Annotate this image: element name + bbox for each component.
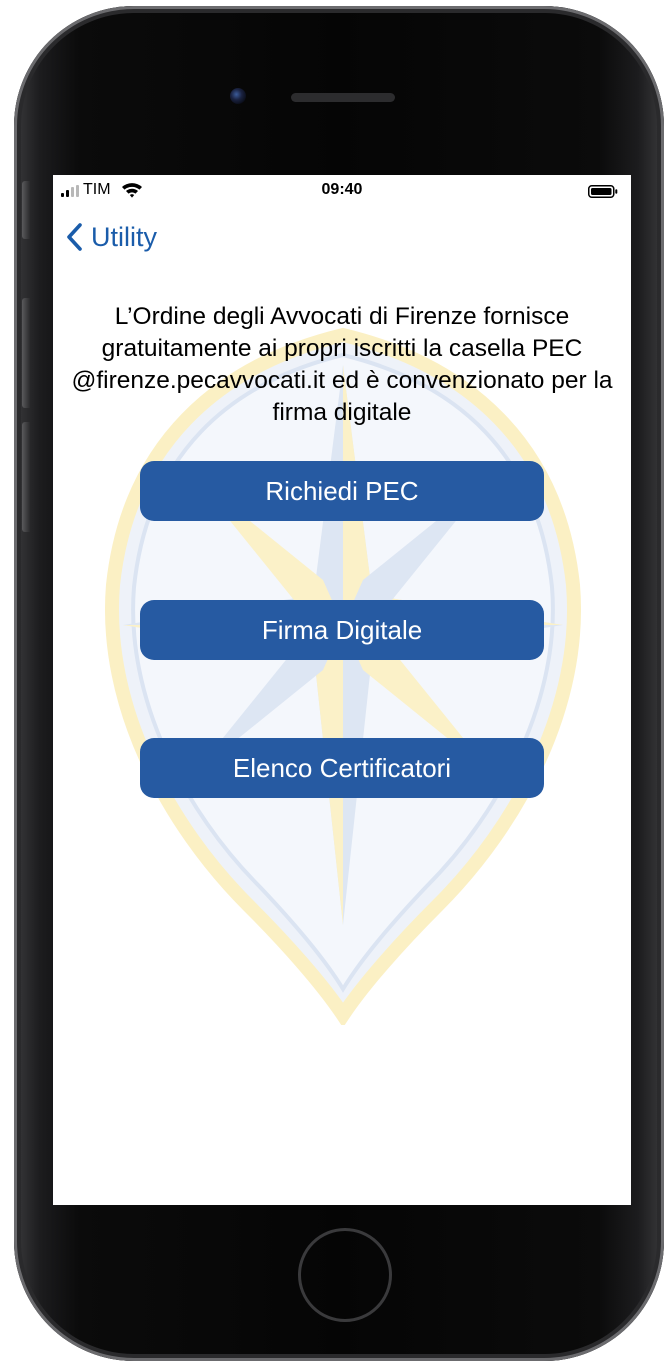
home-button[interactable] <box>298 1228 392 1322</box>
back-button[interactable]: Utility <box>65 219 157 255</box>
back-button-label: Utility <box>91 221 157 252</box>
volume-down-button <box>22 422 30 532</box>
mute-switch <box>22 181 30 239</box>
request-pec-button[interactable]: Richiedi PEC <box>140 461 544 521</box>
description-text: L’Ordine degli Avvocati di Firenze forni… <box>71 303 613 426</box>
earpiece-speaker <box>291 93 395 102</box>
digital-signature-button[interactable]: Firma Digitale <box>140 600 544 660</box>
app-screen: TIM 09:40 Utility L’Ordine degli Avvocat… <box>53 175 631 1205</box>
volume-up-button <box>22 298 30 408</box>
crest-watermark <box>105 327 581 1025</box>
status-bar: TIM 09:40 <box>53 175 631 207</box>
chevron-left-icon <box>67 223 82 251</box>
battery-icon <box>588 185 618 198</box>
front-camera <box>230 88 246 104</box>
certifiers-list-button[interactable]: Elenco Certificatori <box>140 738 544 798</box>
status-time: 09:40 <box>321 181 363 198</box>
